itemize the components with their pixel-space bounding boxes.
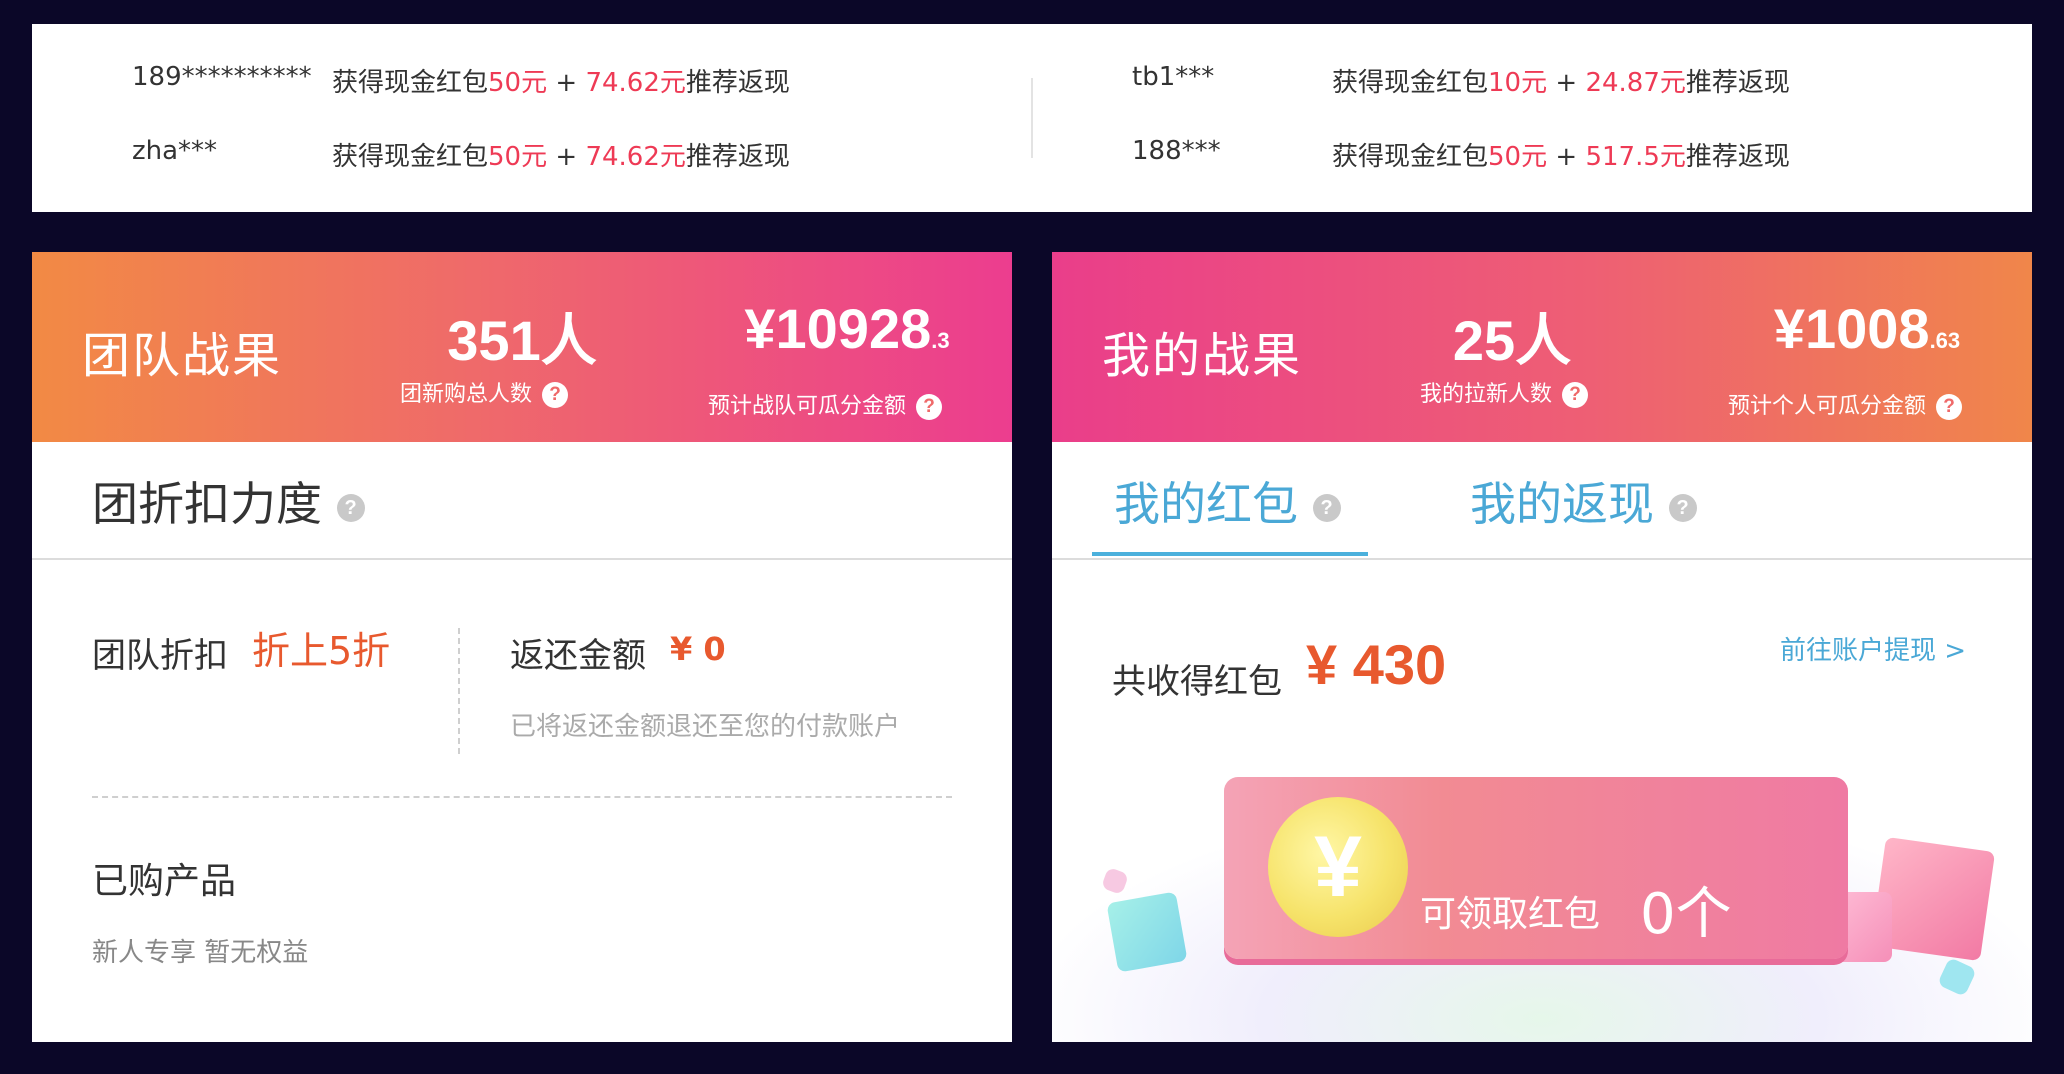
total-packets-label: 共收得红包 — [1112, 662, 1282, 702]
claimable-packets-card[interactable]: ¥ 可领取红包 0个 — [1224, 777, 1848, 959]
divider — [1052, 558, 2032, 560]
my-pool-label: 预计个人可瓜分金额? — [1728, 388, 1963, 420]
active-tab-indicator — [1092, 552, 1368, 556]
tab-my-cashback[interactable]: 我的返现 ? — [1470, 468, 1697, 534]
tab-my-red-packets[interactable]: 我的红包 ? — [1114, 468, 1341, 534]
yuan-coin-icon: ¥ — [1268, 797, 1408, 937]
winners-ticker: 189********** 获得现金红包50元 + 74.62元推荐返现 zha… — [32, 24, 2032, 212]
my-invite-label: 我的拉新人数? — [1420, 376, 1589, 408]
divider — [92, 796, 952, 798]
my-results-title: 我的战果 — [1102, 328, 1303, 384]
team-results-title: 团队战果 — [82, 328, 283, 384]
ticker-message: 获得现金红包50元 + 517.5元推荐返现 — [1332, 142, 1790, 172]
ticker-message: 获得现金红包50元 + 74.62元推荐返现 — [332, 142, 790, 172]
team-pool-label: 预计战队可瓜分金额? — [708, 388, 943, 420]
team-discount-value: 折上5折 — [252, 629, 391, 673]
bought-products-title: 已购产品 — [92, 861, 237, 902]
team-results-panel: 团队战果 351人 团新购总人数? ¥10928.3 预计战队可瓜分金额? 团折… — [32, 252, 1012, 1042]
ticker-user: zha*** — [132, 136, 218, 166]
refund-label: 返还金额 — [510, 636, 646, 676]
team-buyer-label: 团新购总人数? — [400, 376, 569, 408]
refund-value: ¥ 0 — [670, 630, 726, 668]
my-pool-amount: ¥1008.63 — [1773, 297, 1961, 360]
refund-note: 已将返还金额退还至您的付款账户 — [510, 712, 901, 742]
withdraw-link[interactable]: 前往账户提现 > — [1780, 630, 1966, 667]
ticker-divider — [1031, 78, 1033, 158]
gift-cube-icon — [1106, 891, 1188, 973]
ticker-user: 188*** — [1132, 136, 1221, 166]
question-circle-icon[interactable]: ? — [916, 394, 943, 420]
discount-title: 团折扣力度 ? — [92, 468, 365, 534]
ticker-user: 189********** — [132, 62, 312, 92]
total-packets-value: ¥ 430 — [1306, 633, 1447, 696]
question-circle-icon[interactable]: ? — [336, 493, 365, 522]
my-results-panel: 我的战果 25人 我的拉新人数? ¥1008.63 预计个人可瓜分金额? 我的红… — [1052, 252, 2032, 1042]
ticker-message: 获得现金红包50元 + 74.62元推荐返现 — [332, 68, 790, 98]
divider — [458, 628, 460, 754]
my-results-header: 我的战果 25人 我的拉新人数? ¥1008.63 预计个人可瓜分金额? — [1052, 252, 2032, 442]
team-results-header: 团队战果 351人 团新购总人数? ¥10928.3 预计战队可瓜分金额? — [32, 252, 1012, 442]
question-circle-icon[interactable]: ? — [1312, 493, 1341, 522]
divider — [32, 558, 1012, 560]
question-circle-icon[interactable]: ? — [1936, 394, 1963, 420]
question-circle-icon[interactable]: ? — [542, 382, 569, 408]
question-circle-icon[interactable]: ? — [1562, 382, 1589, 408]
team-buyer-count: 351人 — [447, 309, 597, 372]
team-pool-amount: ¥10928.3 — [744, 297, 950, 360]
ticker-user: tb1*** — [1132, 62, 1215, 92]
claimable-label: 可领取红包 — [1420, 894, 1601, 935]
bought-products-note: 新人专享 暂无权益 — [92, 938, 309, 968]
ticker-message: 获得现金红包10元 + 24.87元推荐返现 — [1332, 68, 1790, 98]
claimable-count: 0个 — [1640, 882, 1732, 947]
question-circle-icon[interactable]: ? — [1668, 493, 1697, 522]
my-invite-count: 25人 — [1452, 309, 1572, 372]
team-discount-label: 团队折扣 — [92, 636, 228, 676]
